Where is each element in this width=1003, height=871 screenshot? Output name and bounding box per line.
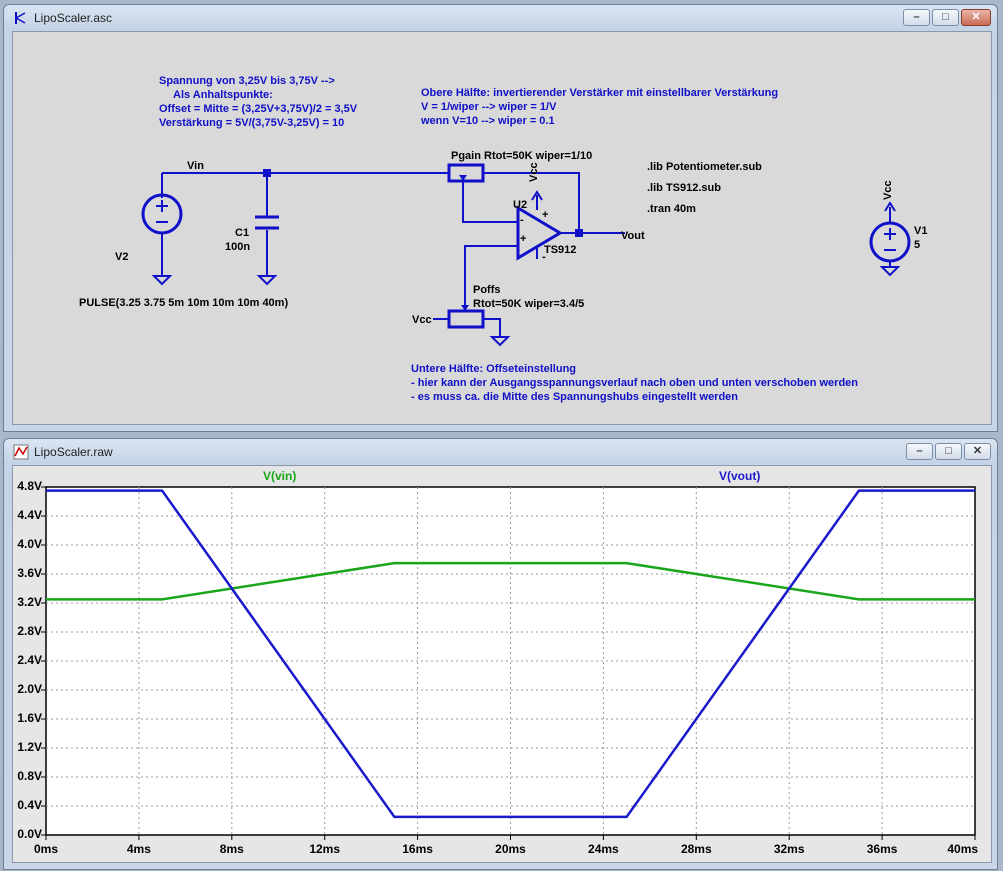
notes-block: Spannung von 3,25V bis 3,75V --> Als Anh… xyxy=(159,74,357,130)
poffs-symbol xyxy=(447,309,485,329)
junction-vout xyxy=(575,229,583,237)
y-tick-label: 0.8V xyxy=(17,769,42,783)
y-tick-label: 2.8V xyxy=(17,624,42,638)
ground-poffs xyxy=(489,336,511,347)
ground-c1 xyxy=(256,275,278,286)
y-tick-label: 4.0V xyxy=(17,537,42,551)
note-line: Offset = Mitte = (3,25V+3,75V)/2 = 3,5V xyxy=(159,103,358,115)
spice-directive[interactable]: .lib Potentiometer.sub xyxy=(647,160,762,174)
note-line: V = 1/wiper --> wiper = 1/V xyxy=(421,101,557,113)
junction-vin xyxy=(263,169,271,177)
note-line: Obere Hälfte: invertierender Verstärker … xyxy=(421,87,779,99)
note-line: Spannung von 3,25V bis 3,75V --> xyxy=(159,75,335,87)
opamp-plus-pin: + xyxy=(542,209,549,221)
upper-notes: Obere Hälfte: invertierender Verstärker … xyxy=(421,86,778,128)
x-tick-label: 24ms xyxy=(588,842,619,856)
schematic-canvas[interactable]: Spannung von 3,25V bis 3,75V --> Als Anh… xyxy=(12,31,992,425)
v2-value[interactable]: PULSE(3.25 3.75 5m 10m 10m 10m 40m) xyxy=(79,296,288,310)
schematic-title: LipoScaler.asc xyxy=(34,11,113,25)
restore-button[interactable]: □ xyxy=(932,9,959,26)
plot-area[interactable]: 0ms 4ms 8ms 12ms 16ms 20ms 24ms 28ms 32ms 36ms 40m… xyxy=(13,466,993,864)
x-tick-label: 32ms xyxy=(773,842,805,856)
note-line: - hier kann der Ausgangsspannungsverlauf… xyxy=(411,377,858,389)
net-label-vout[interactable]: Vout xyxy=(621,229,645,243)
y-tick-label: 4.4V xyxy=(17,508,42,522)
opamp-minus-pin: - xyxy=(542,251,546,263)
x-tick-label: 0ms xyxy=(33,842,59,856)
y-tick-label: 3.6V xyxy=(17,566,42,580)
minimize-button[interactable]: – xyxy=(903,9,930,26)
note-line: - es muss ca. die Mitte des Spannungshub… xyxy=(411,391,739,403)
poffs-value[interactable]: Rtot=50K wiper=3.4/5 xyxy=(473,297,584,311)
close-button[interactable]: ✕ xyxy=(964,443,991,460)
c1-value[interactable]: 100n xyxy=(225,240,250,254)
poffs-label[interactable]: Poffs xyxy=(473,283,501,297)
net-label-vcc[interactable]: Vcc xyxy=(412,313,432,327)
note-line: Als Anhaltspunkte: xyxy=(173,89,273,101)
waveform-title: LipoScaler.raw xyxy=(34,445,113,459)
note-line: Untere Hälfte: Offseteinstellung xyxy=(411,363,577,375)
c1-label[interactable]: C1 xyxy=(235,226,249,240)
y-tick-label: 2.4V xyxy=(17,653,42,667)
spice-directive[interactable]: .tran 40m xyxy=(647,202,696,216)
restore-button[interactable]: □ xyxy=(935,443,962,460)
schematic-window: LipoScaler.asc – □ ✕ Spannung von 3,25V … xyxy=(3,4,998,432)
x-tick-label: 36ms xyxy=(866,842,898,856)
v1-label[interactable]: V1 xyxy=(914,224,927,238)
schematic-titlebar[interactable]: LipoScaler.asc – □ ✕ xyxy=(4,5,997,31)
v1-value[interactable]: 5 xyxy=(914,238,920,252)
close-icon: ✕ xyxy=(971,11,981,23)
note-line: Verstärkung = 5V/(3,75V-3,25V) = 10 xyxy=(159,117,345,129)
waveform-canvas[interactable]: 0ms 4ms 8ms 12ms 16ms 20ms 24ms 28ms 32ms 36ms 40m… xyxy=(12,465,992,863)
trace-label-vout[interactable]: V(vout) xyxy=(719,469,760,483)
y-tick-label: 3.2V xyxy=(17,595,42,609)
x-tick-label: 28ms xyxy=(680,842,712,856)
x-tick-label: 12ms xyxy=(309,842,341,856)
ground-v1 xyxy=(879,266,901,277)
net-label-vin[interactable]: Vin xyxy=(187,159,204,173)
minimize-icon: – xyxy=(913,11,920,23)
x-tick-label: 40ms xyxy=(947,842,979,856)
vin-wire xyxy=(161,172,449,198)
ground-v2 xyxy=(151,275,173,286)
y-tick-label: 1.6V xyxy=(17,711,42,725)
y-tick-label: 4.8V xyxy=(17,479,42,493)
x-tick-label: 8ms xyxy=(219,842,244,856)
close-button[interactable]: ✕ xyxy=(961,9,991,26)
trace-label-vin[interactable]: V(vin) xyxy=(263,469,296,483)
x-tick-label: 20ms xyxy=(495,842,526,856)
opamp-inv-input: - xyxy=(520,214,524,226)
waveform-plot[interactable] xyxy=(13,466,993,864)
opamp-noninv-input: + xyxy=(520,233,527,245)
note-line: wenn V=10 --> wiper = 0.1 xyxy=(421,115,555,127)
v2-label[interactable]: V2 xyxy=(115,250,128,264)
x-tick-label: 16ms xyxy=(402,842,433,856)
vcc-label-v1[interactable]: Vcc xyxy=(881,180,895,200)
waveform-window: LipoScaler.raw – □ ✕ 0ms 4ms 8ms 12ms 16ms 20… xyxy=(3,438,998,870)
restore-icon: □ xyxy=(942,11,949,23)
spice-directive[interactable]: .lib TS912.sub xyxy=(647,181,721,195)
pgain-symbol xyxy=(447,163,485,183)
waveform-titlebar[interactable]: LipoScaler.raw – □ ✕ xyxy=(4,439,997,465)
lower-notes: Untere Hälfte: Offseteinstellung - hier … xyxy=(411,362,858,404)
u2-label[interactable]: U2 xyxy=(513,198,527,212)
minimize-button[interactable]: – xyxy=(906,443,933,460)
pgain-label[interactable]: Pgain Rtot=50K wiper=1/10 xyxy=(451,149,592,163)
u2-model[interactable]: TS912 xyxy=(544,243,576,257)
y-tick-label: 0.4V xyxy=(17,798,42,812)
close-icon: ✕ xyxy=(972,445,983,457)
y-tick-label: 0.0V xyxy=(17,827,42,841)
y-tick-label: 2.0V xyxy=(17,682,42,696)
minimize-icon: – xyxy=(916,445,923,457)
vcc-label-u2[interactable]: Vcc xyxy=(527,162,541,182)
restore-icon: □ xyxy=(945,445,952,457)
waveform-icon xyxy=(13,444,29,460)
schematic-icon xyxy=(15,12,26,24)
y-tick-label: 1.2V xyxy=(17,740,42,754)
x-tick-label: 4ms xyxy=(126,842,151,856)
